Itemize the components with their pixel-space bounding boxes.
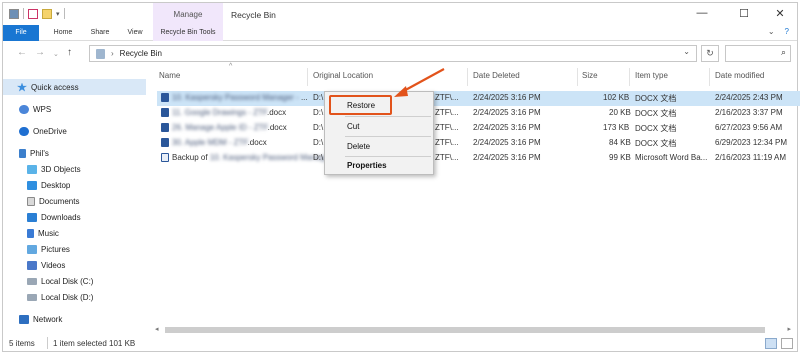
restore-highlight-box [329, 95, 392, 115]
title-bar: ▾ Manage Recycle Bin — ☐ ✕ [3, 3, 797, 25]
column-header-size[interactable]: Size [582, 71, 598, 80]
maximize-button[interactable]: ☐ [729, 7, 759, 20]
table-row[interactable]: 30. Apple MDM - ZTF.docx D:\ ZTF\... 2/2… [157, 136, 800, 151]
refresh-button[interactable]: ↻ [701, 45, 719, 62]
tab-file[interactable]: File [3, 25, 39, 41]
breadcrumb-chevron[interactable]: › [111, 49, 114, 58]
table-row[interactable]: 26. Manage Apple ID - ZTF.docx D:\ ZTF\.… [157, 121, 800, 136]
search-icon: ⌕ [780, 47, 786, 57]
properties-icon[interactable] [28, 8, 38, 19]
star-icon [17, 82, 27, 92]
documents-icon [27, 196, 35, 206]
nav-pictures[interactable]: Pictures [3, 241, 70, 257]
new-folder-icon[interactable] [42, 8, 52, 19]
pictures-icon [27, 244, 37, 254]
tab-share[interactable]: Share [85, 25, 115, 41]
nav-desktop[interactable]: Desktop [3, 177, 70, 193]
cloud-icon [19, 104, 29, 114]
table-row[interactable]: 11. Google Drawings - ZTF.docx D:\ ZTF\.… [157, 106, 800, 121]
word-backup-file-icon [161, 153, 169, 163]
column-header-date-modified[interactable]: Date modified [715, 71, 764, 80]
sort-ascending-icon: ^ [229, 63, 233, 70]
ribbon-tabs: File Home Share View Recycle Bin Tools ⌄… [3, 25, 797, 41]
up-button[interactable]: ↑ [67, 47, 72, 58]
large-icons-view-button[interactable] [781, 338, 793, 349]
window-title: Recycle Bin [231, 10, 276, 20]
menu-item-cut[interactable]: Cut [347, 122, 359, 131]
docx-file-icon [161, 93, 169, 103]
customize-toolbar-icon[interactable]: ▾ [56, 10, 60, 18]
search-input[interactable]: ⌕ [725, 45, 791, 62]
recycle-bin-icon [96, 48, 105, 59]
menu-item-properties[interactable]: Properties [347, 161, 387, 170]
scroll-left-icon[interactable]: ◂ [155, 325, 159, 333]
selection-info: 1 item selected 101 KB [53, 339, 136, 348]
horizontal-scrollbar[interactable]: ◂ ▸ [153, 325, 795, 335]
network-icon [19, 314, 29, 324]
docx-file-icon [161, 138, 169, 148]
explorer-window: ▾ Manage Recycle Bin — ☐ ✕ File Home Sha… [2, 2, 800, 352]
downloads-icon [27, 212, 37, 222]
details-view-button[interactable] [765, 338, 777, 349]
recent-locations-button[interactable]: ⌄ [53, 50, 59, 58]
status-bar: 5 items 1 item selected 101 KB [3, 337, 797, 351]
user-icon [19, 148, 26, 158]
close-button[interactable]: ✕ [765, 7, 795, 20]
desktop-icon [27, 180, 37, 190]
disk-icon [27, 293, 37, 301]
explorer-icon [9, 8, 19, 19]
onedrive-icon [19, 126, 29, 136]
docx-file-icon [161, 123, 169, 133]
help-icon[interactable]: ? [785, 27, 789, 36]
column-header-name[interactable]: Name [159, 71, 180, 80]
nav-3d-objects[interactable]: 3D Objects [3, 161, 81, 177]
tab-home[interactable]: Home [47, 25, 79, 41]
column-header-item-type[interactable]: Item type [635, 71, 668, 80]
annotation-arrow-icon [394, 68, 445, 97]
quick-access-toolbar: ▾ [9, 8, 65, 19]
tab-view[interactable]: View [121, 25, 149, 41]
docx-file-icon [161, 108, 169, 118]
disk-icon [27, 277, 37, 285]
navigation-pane: Quick access WPS OneDrive Phil's 3D Obje… [3, 73, 148, 335]
menu-item-delete[interactable]: Delete [347, 142, 370, 151]
address-bar[interactable]: › Recycle Bin ⌄ [89, 45, 697, 62]
nav-downloads[interactable]: Downloads [3, 209, 81, 225]
expand-ribbon-icon[interactable]: ⌄ [768, 27, 775, 36]
nav-music[interactable]: Music [3, 225, 59, 241]
table-row[interactable]: 10. Kaspersky Password Manager - ... D:\… [157, 91, 800, 106]
forward-button[interactable]: → [35, 47, 45, 58]
back-button[interactable]: ← [17, 47, 27, 58]
nav-network[interactable]: Network [3, 311, 62, 327]
file-list: ^ Name Original Location Date Deleted Si… [153, 63, 800, 326]
minimize-button[interactable]: — [687, 7, 717, 19]
scroll-right-icon[interactable]: ▸ [787, 325, 791, 333]
breadcrumb-recycle-bin[interactable]: Recycle Bin [120, 49, 162, 58]
nav-quick-access[interactable]: Quick access [3, 79, 146, 95]
scrollbar-thumb[interactable] [165, 327, 765, 333]
videos-icon [27, 260, 37, 270]
nav-wps[interactable]: WPS [3, 101, 51, 117]
address-dropdown-icon[interactable]: ⌄ [683, 47, 690, 56]
nav-phils[interactable]: Phil's [3, 145, 49, 161]
tab-recycle-bin-tools[interactable]: Recycle Bin Tools [153, 25, 223, 41]
navigation-bar: ← → ⌄ ↑ › Recycle Bin ⌄ ↻ ⌕ [3, 42, 797, 66]
column-header-original-location[interactable]: Original Location [313, 71, 373, 80]
nav-local-disk-d[interactable]: Local Disk (D:) [3, 289, 93, 305]
nav-videos[interactable]: Videos [3, 257, 65, 273]
nav-onedrive[interactable]: OneDrive [3, 123, 67, 139]
nav-local-disk-c[interactable]: Local Disk (C:) [3, 273, 93, 289]
table-row[interactable]: Backup of 10. Kaspersky Password Manager… [157, 151, 800, 166]
manage-tab-header[interactable]: Manage [153, 3, 223, 25]
column-header-date-deleted[interactable]: Date Deleted [473, 71, 520, 80]
music-icon [27, 228, 34, 238]
nav-documents[interactable]: Documents [3, 193, 79, 209]
cube-icon [27, 164, 37, 174]
item-count: 5 items [9, 339, 35, 348]
